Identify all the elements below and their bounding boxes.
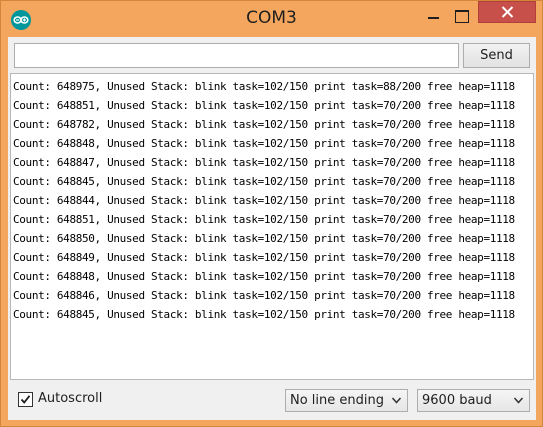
line-ending-select[interactable]: No line ending bbox=[285, 389, 408, 412]
serial-monitor-window: COM3 Send Count: 648975, Unused Stack: b… bbox=[0, 0, 543, 427]
output-line: Count: 648851, Unused Stack: blink task=… bbox=[13, 213, 515, 226]
output-line: Count: 648844, Unused Stack: blink task=… bbox=[13, 194, 515, 207]
monitor-footer: Autoscroll No line ending 9600 baud bbox=[8, 382, 536, 420]
send-input[interactable] bbox=[14, 43, 459, 68]
checkmark-icon bbox=[20, 395, 31, 404]
close-icon bbox=[501, 6, 514, 18]
minimize-icon bbox=[428, 17, 439, 19]
monitor-client-area: Send Count: 648975, Unused Stack: blink … bbox=[8, 37, 536, 420]
close-button[interactable] bbox=[478, 1, 536, 23]
output-line: Count: 648782, Unused Stack: blink task=… bbox=[13, 118, 515, 131]
chevron-down-icon bbox=[513, 397, 524, 404]
output-line: Count: 648851, Unused Stack: blink task=… bbox=[13, 99, 515, 112]
title-bar[interactable]: COM3 bbox=[1, 1, 542, 37]
output-line: Count: 648850, Unused Stack: blink task=… bbox=[13, 232, 515, 245]
maximize-icon bbox=[455, 10, 469, 23]
serial-output[interactable]: Count: 648975, Unused Stack: blink task=… bbox=[10, 73, 534, 380]
output-line: Count: 648847, Unused Stack: blink task=… bbox=[13, 156, 515, 169]
baud-rate-select[interactable]: 9600 baud bbox=[417, 389, 530, 412]
line-ending-value: No line ending bbox=[290, 393, 384, 408]
output-line: Count: 648975, Unused Stack: blink task=… bbox=[13, 80, 515, 93]
output-line: Count: 648846, Unused Stack: blink task=… bbox=[13, 289, 515, 302]
output-line: Count: 648848, Unused Stack: blink task=… bbox=[13, 137, 515, 150]
output-line: Count: 648849, Unused Stack: blink task=… bbox=[13, 251, 515, 264]
output-line: Count: 648845, Unused Stack: blink task=… bbox=[13, 175, 515, 188]
chevron-down-icon bbox=[391, 397, 402, 404]
autoscroll-checkbox[interactable] bbox=[18, 392, 33, 407]
autoscroll-label[interactable]: Autoscroll bbox=[38, 391, 102, 406]
baud-rate-value: 9600 baud bbox=[422, 393, 492, 408]
maximize-button[interactable] bbox=[447, 2, 475, 28]
send-button[interactable]: Send bbox=[463, 43, 530, 68]
minimize-button[interactable] bbox=[419, 2, 447, 28]
output-line: Count: 648845, Unused Stack: blink task=… bbox=[13, 308, 515, 321]
output-line: Count: 648848, Unused Stack: blink task=… bbox=[13, 270, 515, 283]
